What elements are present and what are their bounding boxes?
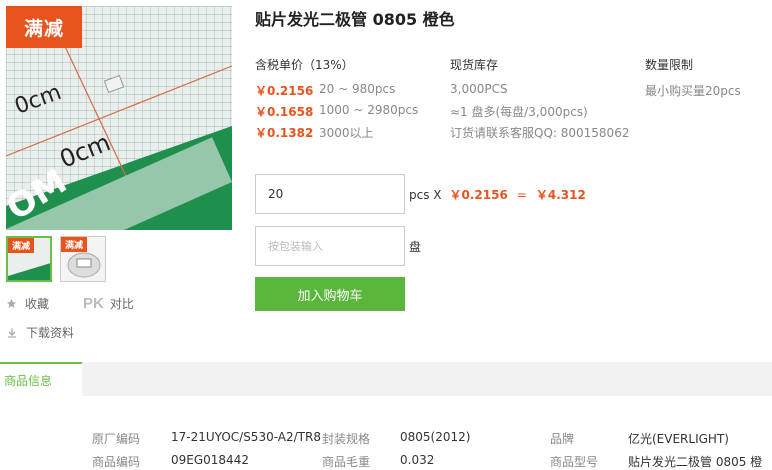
thumbnail-1-badge: 满减 xyxy=(8,238,34,253)
add-to-cart-button[interactable]: 加入购物车 xyxy=(255,277,405,311)
tier-range: 3000以上 xyxy=(319,126,374,140)
thumbnail-1[interactable]: 满减 xyxy=(6,236,52,282)
pack-quantity-input[interactable] xyxy=(255,226,405,266)
tier-price: ￥0.2156 xyxy=(255,84,314,98)
spec-product-code-value: 09EG018442 xyxy=(171,453,249,467)
spec-brand: 品牌 xyxy=(550,430,574,447)
spec-brand-value: 亿光(EVERLIGHT) xyxy=(628,430,729,447)
pk-icon: PK xyxy=(83,295,104,312)
spec-weight: 商品毛重 xyxy=(322,453,370,470)
stock-quantity: 3,000PCS xyxy=(450,82,508,96)
spec-value: 09EG018442 xyxy=(171,453,249,467)
spec-model: 商品型号 xyxy=(550,453,598,470)
spec-package: 封装规格 xyxy=(322,430,370,447)
tier-price: ￥0.1658 xyxy=(255,105,314,119)
star-icon xyxy=(6,298,17,309)
spec-key: 封装规格 xyxy=(322,432,371,446)
tier-price: ￥0.1382 xyxy=(255,126,314,140)
stock-header: 现货库存 xyxy=(450,58,499,72)
spec-value: 亿光(EVERLIGHT) xyxy=(628,432,729,446)
spec-value: 0805(2012) xyxy=(400,430,471,444)
spec-value: 贴片发光二极管 0805 橙色 xyxy=(628,455,763,469)
spec-key: 商品毛重 xyxy=(322,455,371,469)
tier-range: 1000 ~ 2980pcs xyxy=(319,103,419,117)
quantity-input[interactable] xyxy=(255,174,405,214)
spec-key: 品牌 xyxy=(550,432,575,446)
price-tier-1: ￥0.2156 20 ~ 980pcs xyxy=(255,82,395,99)
price-tier-3: ￥0.1382 3000以上 xyxy=(255,124,374,141)
min-purchase: 最小购买量20pcs xyxy=(645,84,741,98)
download-label: 下载资料 xyxy=(26,326,75,340)
compare-label[interactable]: 对比 xyxy=(110,295,134,312)
favorite-action[interactable]: 收藏 PK 对比 xyxy=(6,295,134,312)
equals-sign: = xyxy=(516,187,527,202)
thumbnail-2[interactable]: 满减 xyxy=(60,236,106,282)
price-header: 含税单价（13%） xyxy=(255,58,354,72)
thumbnail-2-badge: 满减 xyxy=(61,237,87,252)
thumbnail-strip: 满减 满减 xyxy=(6,236,106,282)
spec-value: 17-21UYOC/S530-A2/TR8 xyxy=(171,430,321,444)
stock-contact: 订货请联系客服QQ: 800158062 xyxy=(450,126,630,140)
spec-key: 商品编码 xyxy=(92,455,141,469)
qty-unit: pcs X xyxy=(409,187,442,202)
pack-unit: 盘 xyxy=(409,240,422,254)
calc-unit-price: ￥0.2156 xyxy=(449,188,508,202)
spec-model-value: 贴片发光二极管 0805 橙色 xyxy=(628,453,772,470)
product-main-image: 0cm 0cm OM 满减 xyxy=(6,6,232,230)
stock-reels: ≈1 盘多(每盘/3,000pcs) xyxy=(450,105,588,119)
download-icon xyxy=(6,327,18,339)
total-price: ￥4.312 xyxy=(535,188,586,202)
spec-mfr-code-value: 17-21UYOC/S530-A2/TR8 xyxy=(171,430,321,444)
promo-badge: 满减 xyxy=(6,6,82,48)
spec-weight-value: 0.032 xyxy=(400,453,434,467)
spec-package-value: 0805(2012) xyxy=(400,430,470,444)
product-title: 贴片发光二极管 0805 橙色 xyxy=(255,10,455,29)
spec-value: 0.032 xyxy=(400,453,435,467)
download-action[interactable]: 下载资料 xyxy=(6,324,74,341)
price-tier-2: ￥0.1658 1000 ~ 2980pcs xyxy=(255,103,418,120)
spec-product-code: 商品编码 xyxy=(92,453,140,470)
tab-bar xyxy=(0,362,772,396)
spec-key: 原厂编码 xyxy=(92,432,141,446)
spec-mfr-code: 原厂编码 xyxy=(92,430,140,447)
favorite-label: 收藏 xyxy=(25,297,50,311)
tab-product-info[interactable]: 商品信息 xyxy=(0,362,82,396)
price-calculation: pcs X ￥0.2156 = ￥4.312 xyxy=(409,186,586,203)
limit-header: 数量限制 xyxy=(645,58,694,72)
spec-key: 商品型号 xyxy=(550,455,599,469)
tier-range: 20 ~ 980pcs xyxy=(319,82,396,96)
